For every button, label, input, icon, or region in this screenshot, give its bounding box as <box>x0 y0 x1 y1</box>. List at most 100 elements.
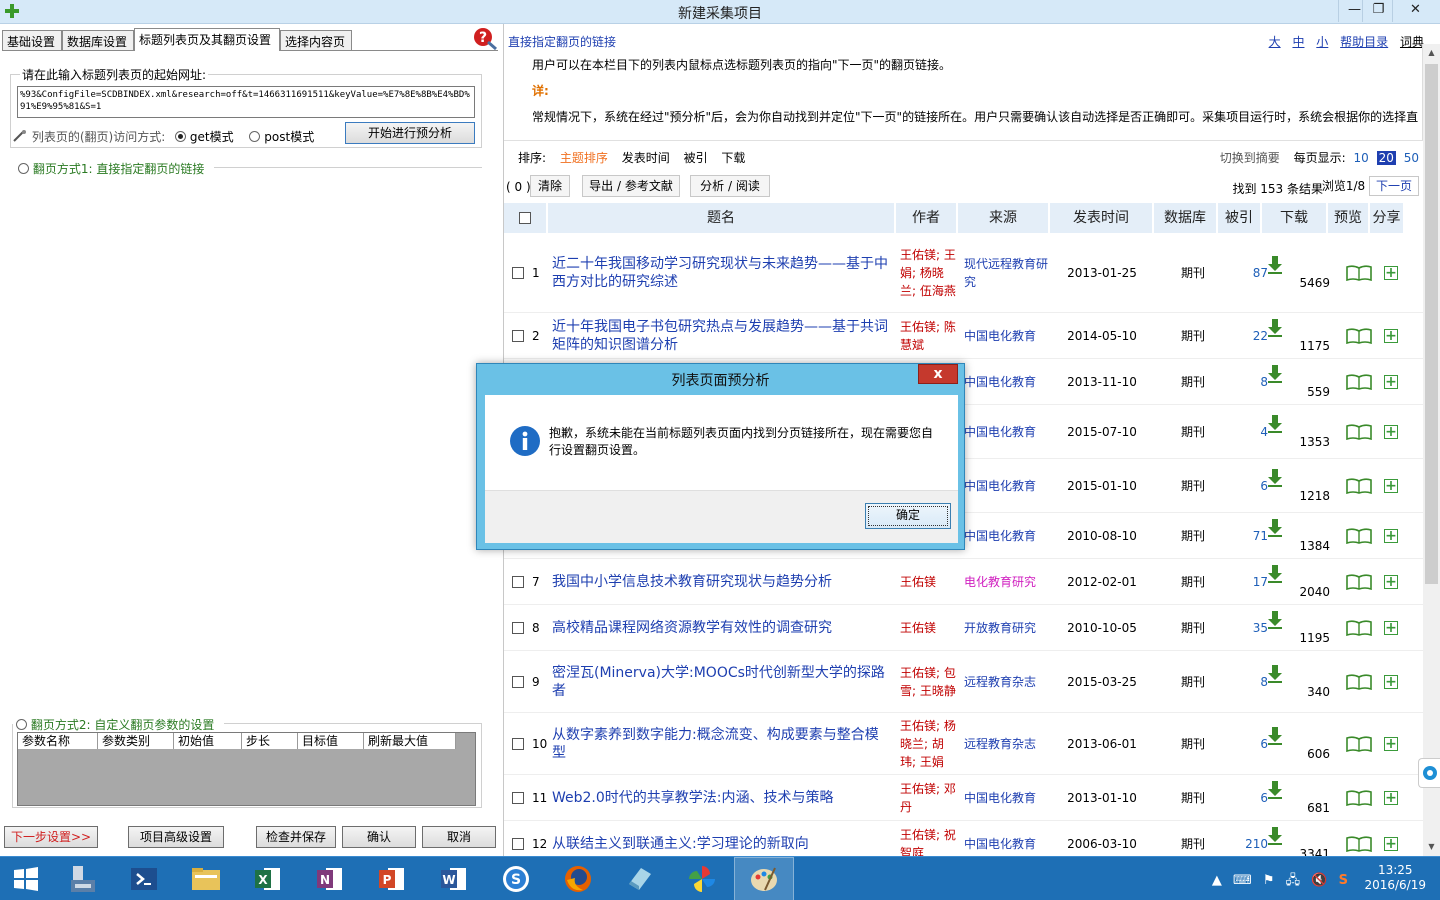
confirm-button[interactable]: 确认 <box>342 826 416 848</box>
row-title-link[interactable]: 近二十年我国移动学习研究现状与未来趋势——基于中西方对比的研究综述 <box>552 255 892 291</box>
select-all-checkbox[interactable] <box>519 212 531 224</box>
preview-book-icon[interactable] <box>1346 264 1372 281</box>
preview-book-icon[interactable] <box>1346 527 1372 544</box>
row-checkbox[interactable] <box>512 791 524 804</box>
check-save-button[interactable]: 检查并保存 <box>256 826 336 848</box>
row-source[interactable]: 中国电化教育 <box>964 527 1036 545</box>
col-downloads[interactable]: 下载 <box>1262 203 1328 233</box>
tray-flag-icon[interactable]: ⚑ <box>1263 873 1275 888</box>
taskbar-eraser[interactable] <box>610 857 670 900</box>
advanced-settings-button[interactable]: 项目高级设置 <box>128 826 224 848</box>
tab-content-page[interactable]: 选择内容页 <box>280 30 352 50</box>
row-source[interactable]: 中国电化教育 <box>964 373 1036 391</box>
help-icon[interactable]: ? <box>472 26 498 50</box>
share-plus-icon[interactable]: + <box>1384 424 1398 439</box>
mode1-radio[interactable] <box>18 163 29 174</box>
sort-by-downloads[interactable]: 下载 <box>721 151 745 165</box>
get-mode-radio[interactable] <box>175 131 187 142</box>
download-icon[interactable] <box>1266 255 1284 275</box>
row-checkbox[interactable] <box>512 621 524 634</box>
row-checkbox[interactable] <box>512 266 524 279</box>
tray-expand-icon[interactable]: ▲ <box>1212 873 1222 888</box>
taskbar-sogou[interactable]: S <box>486 857 546 900</box>
row-checkbox[interactable] <box>512 737 524 750</box>
download-icon[interactable] <box>1266 664 1284 684</box>
vertical-scrollbar[interactable]: ▲ ▼ <box>1422 44 1440 856</box>
row-author[interactable]: 王佑镁; 包雪; 王晓静 <box>900 664 958 700</box>
tab-basic[interactable]: 基础设置 <box>2 30 62 50</box>
tab-list-paging[interactable]: 标题列表页及其翻页设置 <box>134 28 280 51</box>
tray-network-icon[interactable]: 🖧 <box>1286 873 1301 888</box>
row-source[interactable]: 中国电化教育 <box>964 477 1036 495</box>
row-source[interactable]: 电化教育研究 <box>964 573 1036 591</box>
row-source[interactable]: 中国电化教育 <box>964 327 1036 345</box>
row-title-link[interactable]: 近十年我国电子书包研究热点与发展趋势——基于共词矩阵的知识图谱分析 <box>552 318 892 354</box>
param-col-step[interactable]: 步长 <box>242 733 298 749</box>
dialog-ok-button[interactable]: 确定 <box>865 503 951 529</box>
cancel-button[interactable]: 取消 <box>422 826 496 848</box>
row-title-link[interactable]: 从数字素养到数字能力:概念流变、构成要素与整合模型 <box>552 726 892 762</box>
col-date[interactable]: 发表时间 <box>1050 203 1154 233</box>
export-button[interactable]: 导出 / 参考文献 <box>582 175 680 197</box>
download-icon[interactable] <box>1266 826 1284 846</box>
share-plus-icon[interactable]: + <box>1384 328 1398 343</box>
col-cited[interactable]: 被引 <box>1218 203 1262 233</box>
sort-by-date[interactable]: 发表时间 <box>622 151 670 165</box>
per-page-10[interactable]: 10 <box>1354 151 1369 165</box>
row-checkbox[interactable] <box>512 675 524 688</box>
tab-database[interactable]: 数据库设置 <box>62 30 134 50</box>
row-source[interactable]: 开放教育研究 <box>964 619 1036 637</box>
col-title[interactable]: 题名 <box>548 203 896 233</box>
row-author[interactable]: 王佑镁; 杨晓兰; 胡玮; 王娟 <box>900 717 958 771</box>
tray-sogou-icon[interactable]: S <box>1339 873 1348 888</box>
param-table[interactable]: 参数名称 参数类别 初始值 步长 目标值 刷新最大值 <box>17 732 476 806</box>
preview-book-icon[interactable] <box>1346 789 1372 806</box>
share-plus-icon[interactable]: + <box>1384 478 1398 493</box>
share-plus-icon[interactable]: + <box>1384 736 1398 751</box>
col-share[interactable]: 分享 <box>1370 203 1405 233</box>
col-author[interactable]: 作者 <box>896 203 958 233</box>
row-cited[interactable]: 210 <box>1245 837 1268 851</box>
param-col-name[interactable]: 参数名称 <box>18 733 98 749</box>
analyze-button[interactable]: 分析 / 阅读 <box>690 175 770 197</box>
preview-book-icon[interactable] <box>1346 327 1372 344</box>
row-title-link[interactable]: 高校精品课程网络资源教学有效性的调查研究 <box>552 619 832 637</box>
side-float-widget[interactable] <box>1418 758 1440 788</box>
help-index-link[interactable]: 帮助目录 <box>1340 35 1388 49</box>
taskbar-server-manager[interactable] <box>52 857 112 900</box>
share-plus-icon[interactable]: + <box>1384 674 1398 689</box>
row-source[interactable]: 远程教育杂志 <box>964 735 1036 753</box>
next-step-button[interactable]: 下一步设置>> <box>4 826 98 848</box>
next-page-link[interactable]: 下一页 <box>1368 176 1419 196</box>
preview-book-icon[interactable] <box>1346 477 1372 494</box>
share-plus-icon[interactable]: + <box>1384 374 1398 389</box>
download-icon[interactable] <box>1266 414 1284 434</box>
param-col-type[interactable]: 参数类别 <box>98 733 174 749</box>
close-button[interactable]: ✕ <box>1392 0 1438 22</box>
share-plus-icon[interactable]: + <box>1384 790 1398 805</box>
restore-button[interactable]: ❐ <box>1362 0 1394 22</box>
row-author[interactable]: 王佑镁; 王娟; 杨晓兰; 伍海燕 <box>900 246 958 300</box>
sort-by-topic[interactable]: 主题排序 <box>560 151 608 165</box>
font-medium-link[interactable]: 中 <box>1292 35 1304 49</box>
download-icon[interactable] <box>1266 364 1284 384</box>
clear-button[interactable]: 清除 <box>530 175 570 197</box>
preview-book-icon[interactable] <box>1346 423 1372 440</box>
sort-by-cited[interactable]: 被引 <box>684 151 708 165</box>
row-author[interactable]: 王佑镁; 邓丹 <box>900 780 958 816</box>
download-icon[interactable] <box>1266 318 1284 338</box>
row-title-link[interactable]: 从联结主义到联通主义:学习理论的新取向 <box>552 835 809 853</box>
row-title-link[interactable]: 我国中小学信息技术教育研究现状与趋势分析 <box>552 573 832 591</box>
preview-book-icon[interactable] <box>1346 573 1372 590</box>
download-icon[interactable] <box>1266 780 1284 800</box>
preview-book-icon[interactable] <box>1346 673 1372 690</box>
start-url-input[interactable]: %93&ConfigFile=SCDBINDEX.xml&research=of… <box>17 86 475 118</box>
tray-keyboard-icon[interactable]: ⌨ <box>1233 873 1252 888</box>
taskbar-firefox[interactable] <box>548 857 608 900</box>
preview-book-icon[interactable] <box>1346 373 1372 390</box>
font-large-link[interactable]: 大 <box>1269 35 1281 49</box>
taskbar-powershell[interactable] <box>114 857 174 900</box>
taskbar-excel[interactable]: X <box>238 857 298 900</box>
share-plus-icon[interactable]: + <box>1384 574 1398 589</box>
row-checkbox[interactable] <box>512 329 524 342</box>
